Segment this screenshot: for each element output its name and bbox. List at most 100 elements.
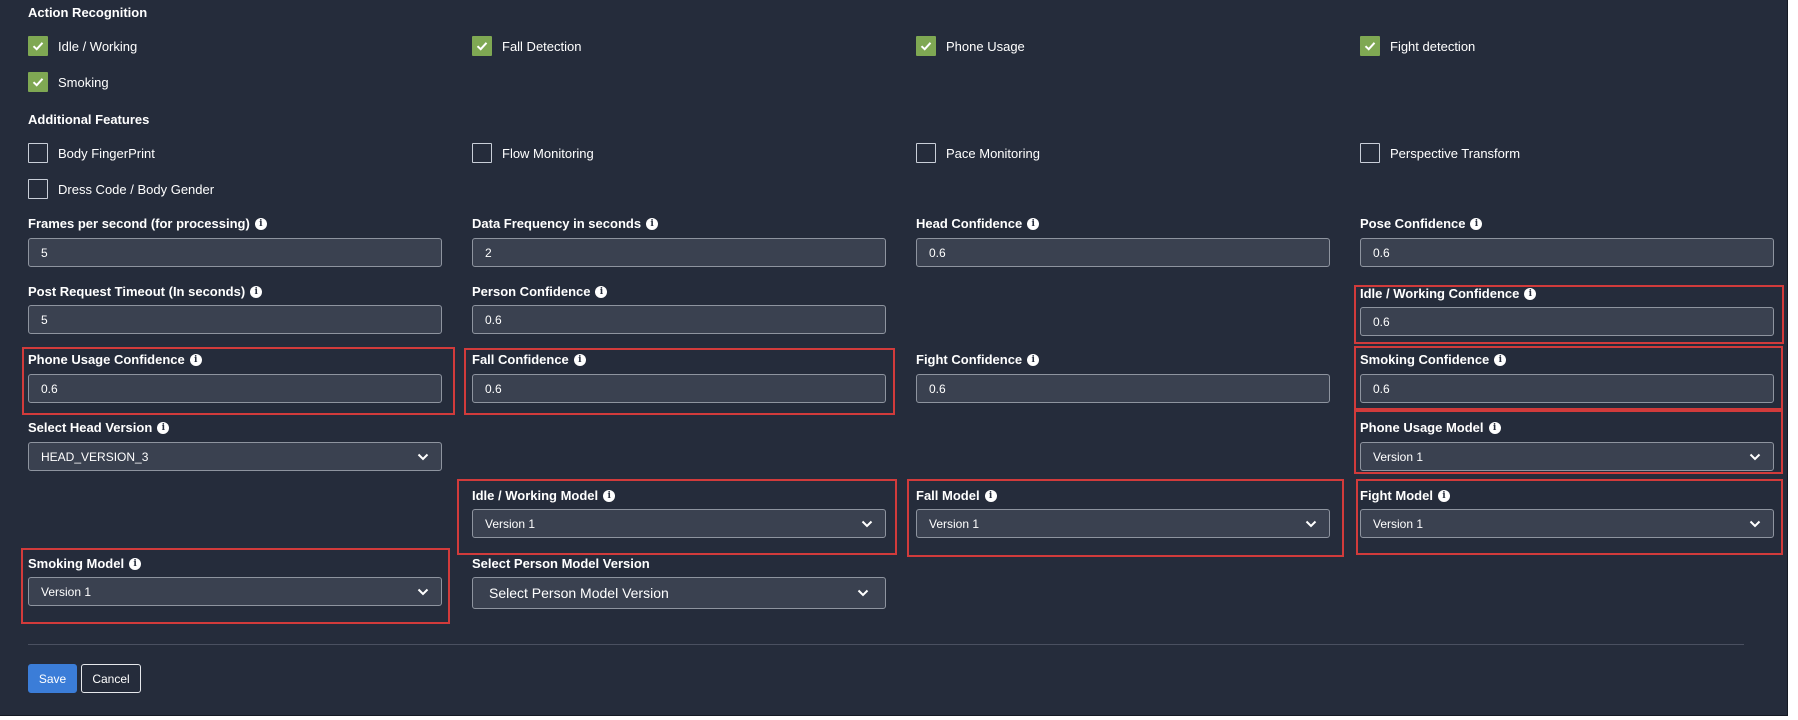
smoking-model-select[interactable]: Version 1: [28, 577, 442, 606]
fall-confidence-input[interactable]: [472, 374, 886, 403]
idle-confidence-input[interactable]: [1360, 307, 1774, 336]
fps-input[interactable]: [28, 238, 442, 267]
fall-confidence-label: Fall Confidence i: [472, 352, 586, 367]
fight-confidence-input[interactable]: [916, 374, 1330, 403]
checkbox-smoking[interactable]: Smoking: [28, 71, 109, 93]
label-text: Fall Confidence: [472, 352, 569, 367]
checkbox-flow-monitoring[interactable]: Flow Monitoring: [472, 142, 594, 164]
fight-model-label: Fight Model i: [1360, 488, 1450, 503]
chevron-down-icon: [1749, 453, 1761, 460]
checkbox-label: Dress Code / Body Gender: [58, 181, 215, 197]
chevron-down-icon: [861, 520, 873, 527]
cancel-button[interactable]: Cancel: [81, 664, 141, 693]
additional-features-title: Additional Features: [28, 112, 150, 127]
checkbox-idle-working[interactable]: Idle / Working: [28, 35, 137, 57]
info-icon[interactable]: i: [646, 217, 659, 230]
checkbox-perspective-transform[interactable]: Perspective Transform: [1360, 142, 1520, 164]
info-icon[interactable]: i: [603, 489, 616, 502]
person-confidence-label: Person Confidence i: [472, 284, 608, 299]
action-recognition-title: Action Recognition: [28, 5, 148, 20]
idle-model-select[interactable]: Version 1: [472, 509, 886, 538]
pose-confidence-input[interactable]: [1360, 238, 1774, 267]
head-version-select[interactable]: HEAD_VERSION_3: [28, 442, 442, 471]
fall-model-select[interactable]: Version 1: [916, 509, 1330, 538]
head-confidence-input[interactable]: [916, 238, 1330, 267]
head-version-label: Select Head Version i: [28, 420, 170, 435]
label-text: Person Confidence: [472, 284, 591, 299]
label-text: Frames per second (for processing): [28, 216, 250, 231]
checkbox-box[interactable]: [28, 179, 48, 199]
checkbox-dress-code[interactable]: Dress Code / Body Gender: [28, 178, 214, 200]
info-icon[interactable]: i: [984, 489, 997, 502]
checkbox-fight-detection[interactable]: Fight detection: [1360, 35, 1475, 57]
phone-model-label: Phone Usage Model i: [1360, 420, 1501, 435]
checkbox-label: Pace Monitoring: [946, 145, 1040, 161]
idle-confidence-label: Idle / Working Confidence i: [1360, 286, 1537, 301]
info-icon[interactable]: i: [1470, 217, 1483, 230]
checkbox-box[interactable]: [1360, 143, 1380, 163]
checkbox-phone-usage[interactable]: Phone Usage: [916, 35, 1025, 57]
head-confidence-label: Head Confidence i: [916, 216, 1040, 231]
post-timeout-input[interactable]: [28, 305, 442, 334]
checkbox-box[interactable]: [28, 72, 48, 92]
label-text: Select Person Model Version: [472, 556, 650, 571]
person-model-select[interactable]: Select Person Model Version: [472, 577, 886, 609]
phone-model-select[interactable]: Version 1: [1360, 442, 1774, 471]
label-text: Head Confidence: [916, 216, 1023, 231]
post-timeout-label: Post Request Timeout (In seconds) i: [28, 284, 263, 299]
checkmark-icon: [32, 78, 44, 87]
label-text: Idle / Working Confidence: [1360, 286, 1520, 301]
info-icon[interactable]: i: [1494, 353, 1507, 366]
checkbox-box[interactable]: [1360, 36, 1380, 56]
select-value: Version 1: [485, 516, 536, 531]
person-confidence-input[interactable]: [472, 305, 886, 334]
fall-model-label: Fall Model i: [916, 488, 997, 503]
label-text: Idle / Working Model: [472, 488, 599, 503]
label-text: Smoking Confidence: [1360, 352, 1490, 367]
phone-confidence-label: Phone Usage Confidence i: [28, 352, 202, 367]
phone-confidence-input[interactable]: [28, 374, 442, 403]
data-frequency-label: Data Frequency in seconds i: [472, 216, 659, 231]
settings-panel: Action Recognition Idle / Working Fall D…: [0, 0, 1788, 716]
label-text: Fight Confidence: [916, 352, 1023, 367]
info-icon[interactable]: i: [573, 353, 586, 366]
checkmark-icon: [32, 42, 44, 51]
checkbox-body-fingerprint[interactable]: Body FingerPrint: [28, 142, 155, 164]
fight-model-select[interactable]: Version 1: [1360, 509, 1774, 538]
checkbox-label: Fall Detection: [502, 38, 582, 54]
checkbox-pace-monitoring[interactable]: Pace Monitoring: [916, 142, 1040, 164]
chevron-down-icon: [1305, 520, 1317, 527]
select-value: Version 1: [929, 516, 980, 531]
idle-model-label: Idle / Working Model i: [472, 488, 616, 503]
info-icon[interactable]: i: [250, 285, 263, 298]
info-icon[interactable]: i: [1524, 287, 1537, 300]
checkbox-box[interactable]: [916, 36, 936, 56]
checkmark-icon: [476, 42, 488, 51]
checkbox-fall-detection[interactable]: Fall Detection: [472, 35, 581, 57]
checkbox-box[interactable]: [472, 36, 492, 56]
divider: [28, 644, 1744, 645]
smoking-model-label: Smoking Model i: [28, 556, 142, 571]
info-icon[interactable]: i: [1488, 421, 1501, 434]
checkbox-box[interactable]: [28, 143, 48, 163]
fps-label: Frames per second (for processing) i: [28, 216, 267, 231]
select-value: Select Person Model Version: [489, 585, 669, 601]
info-icon[interactable]: i: [1027, 353, 1040, 366]
save-button[interactable]: Save: [28, 664, 77, 693]
info-icon[interactable]: i: [157, 421, 170, 434]
info-icon[interactable]: i: [254, 217, 267, 230]
info-icon[interactable]: i: [1437, 489, 1450, 502]
info-icon[interactable]: i: [129, 557, 142, 570]
data-frequency-input[interactable]: [472, 238, 886, 267]
checkbox-box[interactable]: [28, 36, 48, 56]
checkbox-box[interactable]: [916, 143, 936, 163]
checkbox-box[interactable]: [472, 143, 492, 163]
info-icon[interactable]: i: [595, 285, 608, 298]
info-icon[interactable]: i: [1027, 217, 1040, 230]
label-text: Phone Usage Model: [1360, 420, 1484, 435]
info-icon[interactable]: i: [189, 353, 202, 366]
chevron-down-icon: [1749, 520, 1761, 527]
smoking-confidence-input[interactable]: [1360, 374, 1774, 403]
label-text: Fight Model: [1360, 488, 1433, 503]
checkbox-label: Idle / Working: [58, 38, 138, 54]
